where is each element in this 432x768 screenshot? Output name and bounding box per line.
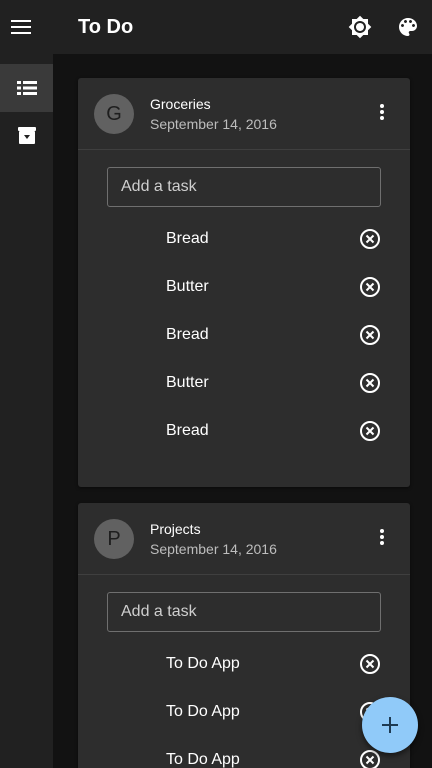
more-vert-icon [380, 104, 384, 120]
remove-circle-icon [360, 229, 380, 249]
add-list-fab[interactable] [362, 697, 418, 753]
add-task-input[interactable] [107, 167, 381, 207]
list-date: September 14, 2016 [150, 116, 277, 132]
remove-circle-icon [360, 654, 380, 674]
task-label: Bread [166, 422, 209, 439]
task-item: To Do App [78, 688, 410, 736]
remove-task-button[interactable] [358, 323, 382, 347]
remove-circle-icon [360, 325, 380, 345]
more-options-button[interactable] [370, 525, 394, 549]
task-label: To Do App [166, 751, 240, 768]
list-title: Groceries [150, 96, 211, 112]
remove-task-button[interactable] [358, 275, 382, 299]
task-label: Butter [166, 278, 209, 295]
task-label: To Do App [166, 703, 240, 720]
task-label: Butter [166, 374, 209, 391]
sidebar-item-archive[interactable] [0, 112, 53, 160]
list-date: September 14, 2016 [150, 541, 277, 557]
more-options-button[interactable] [370, 100, 394, 124]
list-title: Projects [150, 521, 201, 537]
theme-palette-button[interactable] [384, 0, 432, 54]
remove-circle-icon [360, 750, 380, 768]
remove-task-button[interactable] [358, 652, 382, 676]
remove-task-button[interactable] [358, 419, 382, 443]
list-card-projects: P Projects September 14, 2016 To Do App … [78, 503, 410, 768]
task-item: To Do App [78, 640, 410, 688]
remove-circle-icon [360, 373, 380, 393]
task-label: Bread [166, 326, 209, 343]
brightness-button[interactable] [336, 0, 384, 54]
list-card-groceries: G Groceries September 14, 2016 Bread But… [78, 78, 410, 487]
menu-button[interactable] [0, 0, 42, 54]
brightness-icon [348, 15, 372, 39]
plus-icon [382, 717, 398, 733]
palette-icon [399, 18, 417, 36]
remove-task-button[interactable] [358, 748, 382, 768]
remove-circle-icon [360, 277, 380, 297]
task-item: Butter [78, 263, 410, 311]
more-vert-icon [380, 529, 384, 545]
lists-container: G Groceries September 14, 2016 Bread But… [53, 54, 432, 768]
app-title: To Do [78, 15, 134, 38]
task-item: Butter [78, 359, 410, 407]
task-item: To Do App [78, 736, 410, 768]
add-task-input[interactable] [107, 592, 381, 632]
task-item: Bread [78, 407, 410, 455]
remove-task-button[interactable] [358, 371, 382, 395]
card-header: P Projects September 14, 2016 [78, 503, 410, 575]
remove-task-button[interactable] [358, 227, 382, 251]
menu-icon [11, 20, 31, 34]
avatar: G [94, 94, 134, 134]
avatar: P [94, 519, 134, 559]
sidebar-item-lists[interactable] [0, 64, 53, 112]
sidebar [0, 54, 53, 768]
task-item: Bread [78, 311, 410, 359]
card-header: G Groceries September 14, 2016 [78, 78, 410, 150]
app-bar: To Do [0, 0, 432, 54]
task-item: Bread [78, 215, 410, 263]
archive-icon [17, 127, 36, 144]
task-label: Bread [166, 230, 209, 247]
remove-circle-icon [360, 421, 380, 441]
list-icon [16, 81, 37, 95]
task-label: To Do App [166, 655, 240, 672]
